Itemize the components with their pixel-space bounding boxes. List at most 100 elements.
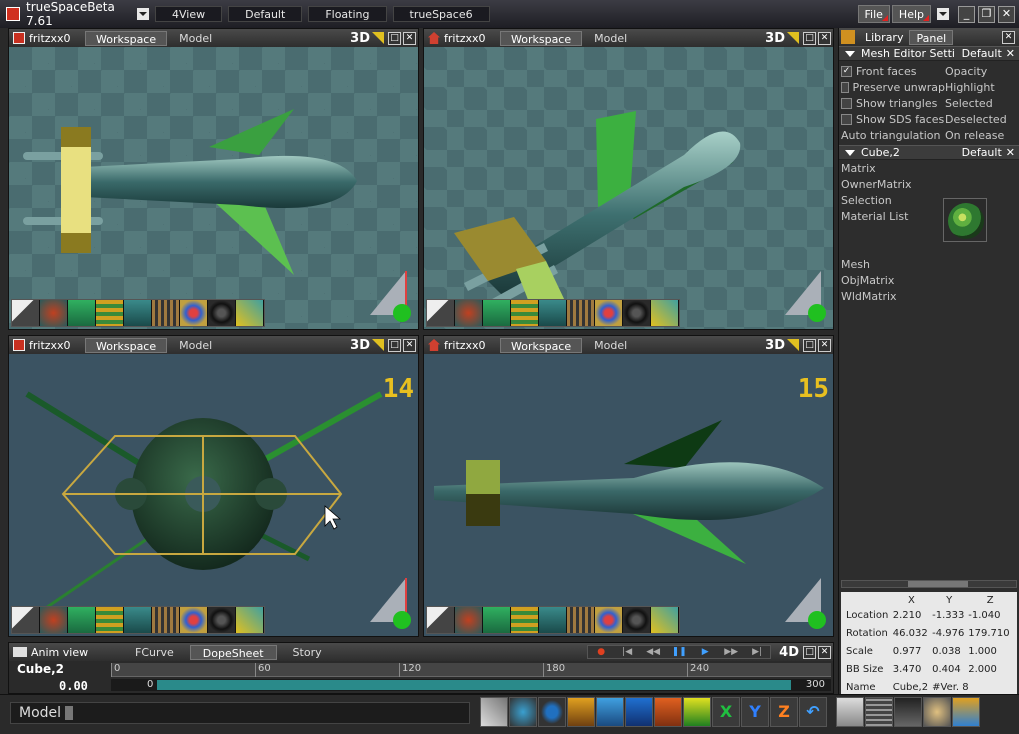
option-show-sds-faces[interactable]: Show SDS faces <box>841 111 945 127</box>
axis-gizmo-icon[interactable] <box>781 576 827 632</box>
move-icon[interactable] <box>480 697 508 727</box>
preset-label[interactable]: Default <box>962 146 1002 159</box>
close-icon[interactable]: ✕ <box>818 31 831 45</box>
close-icon[interactable]: ✕ <box>818 338 831 352</box>
go-end-icon[interactable]: ▶| <box>744 646 770 658</box>
prop-matrix[interactable]: Matrix <box>841 162 1017 178</box>
play-icon[interactable]: ▶ <box>692 646 718 658</box>
layers-icon[interactable] <box>96 300 124 326</box>
paint-icon[interactable] <box>455 300 483 326</box>
tire-icon[interactable] <box>623 607 651 633</box>
file-menu[interactable]: File <box>857 5 890 23</box>
close-icon[interactable]: ✕ <box>1006 146 1015 159</box>
maximize-icon[interactable]: □ <box>803 31 816 45</box>
layers-icon[interactable] <box>511 607 539 633</box>
grid-icon[interactable] <box>865 697 893 727</box>
save-icon[interactable] <box>836 697 864 727</box>
checkbox[interactable] <box>841 97 852 109</box>
palette-icon[interactable] <box>180 300 208 326</box>
maximize-icon[interactable]: □ <box>388 338 401 352</box>
wand-icon[interactable] <box>651 300 679 326</box>
render-icon[interactable] <box>894 697 922 727</box>
option-show-triangles[interactable]: Show triangles <box>841 95 945 111</box>
step-forward-icon[interactable]: ▶▶ <box>718 646 744 658</box>
camera-icon[interactable] <box>539 607 567 633</box>
paint-icon[interactable] <box>455 607 483 633</box>
corner-resize-icon[interactable] <box>372 32 384 44</box>
wand-icon[interactable] <box>236 300 264 326</box>
layers-icon[interactable] <box>511 300 539 326</box>
layout-tab-default[interactable]: Default <box>228 6 303 22</box>
palette-icon[interactable] <box>180 607 208 633</box>
z-axis-icon[interactable]: Z <box>770 697 798 727</box>
arrow-select-icon[interactable] <box>12 300 40 326</box>
axis-gizmo-icon[interactable] <box>781 269 827 325</box>
rake-icon[interactable] <box>152 300 180 326</box>
plane-icon[interactable] <box>596 697 624 727</box>
viewport-top-right[interactable]: fritzxx0 Workspace Model 3D □ ✕ <box>423 28 834 330</box>
help-menu[interactable]: Help <box>891 5 931 23</box>
option-on-release[interactable]: On release <box>945 127 1017 143</box>
material-swatch[interactable] <box>943 198 987 242</box>
menu-dropdown-icon[interactable] <box>937 8 949 20</box>
collapse-caret-icon[interactable] <box>845 149 855 156</box>
go-start-icon[interactable]: |◀ <box>614 646 640 658</box>
prop-mesh[interactable]: Mesh <box>841 258 1017 274</box>
camera-icon[interactable] <box>124 607 152 633</box>
close-icon[interactable]: ✕ <box>403 31 416 45</box>
tab-model[interactable]: Model <box>584 31 637 46</box>
box-icon[interactable] <box>625 697 653 727</box>
option-highlight[interactable]: Highlight <box>945 79 1017 95</box>
tab-workspace[interactable]: Workspace <box>85 30 168 46</box>
option-selected[interactable]: Selected <box>945 95 1017 111</box>
option-preserve-unwrap[interactable]: Preserve unwrap <box>841 79 945 95</box>
x-axis-icon[interactable]: X <box>712 697 740 727</box>
cube-icon[interactable] <box>483 300 511 326</box>
maximize-icon[interactable]: □ <box>803 338 816 352</box>
prop-owner-matrix[interactable]: OwnerMatrix <box>841 178 1017 194</box>
axis-gizmo-icon[interactable] <box>366 576 412 632</box>
checkbox-checked[interactable]: ✓ <box>841 65 852 77</box>
value-x[interactable]: 46.032 <box>892 624 931 642</box>
value-z[interactable]: 179.710 <box>967 624 1013 642</box>
tab-story[interactable]: Story <box>281 645 334 660</box>
arrow-select-icon[interactable] <box>427 607 455 633</box>
palette-icon[interactable] <box>595 607 623 633</box>
timeline-ruler[interactable]: 0 60 120 180 240 <box>111 663 831 677</box>
corner-resize-icon[interactable] <box>787 339 799 351</box>
arrow-select-icon[interactable] <box>12 607 40 633</box>
maximize-icon[interactable]: □ <box>388 31 401 45</box>
option-opacity[interactable]: Opacity <box>945 63 1017 79</box>
cube-icon[interactable] <box>68 607 96 633</box>
prop-selection[interactable]: Selection <box>841 194 1017 210</box>
close-icon[interactable]: ✕ <box>1006 47 1015 60</box>
home-icon[interactable] <box>654 697 682 727</box>
tab-workspace[interactable]: Workspace <box>500 30 583 46</box>
rake-icon[interactable] <box>567 607 595 633</box>
scale-icon[interactable] <box>538 697 566 727</box>
maximize-icon[interactable]: □ <box>803 645 816 659</box>
view-mode-label[interactable]: 3D <box>350 31 370 46</box>
tab-model[interactable]: Model <box>169 31 222 46</box>
checkbox[interactable] <box>841 113 852 125</box>
current-time[interactable]: 0.00 <box>59 679 88 693</box>
layers-icon[interactable] <box>96 607 124 633</box>
people-icon[interactable] <box>923 697 951 727</box>
close-icon[interactable]: ✕ <box>403 338 416 352</box>
value-y[interactable]: -1.333 <box>931 606 967 624</box>
viewport-scene[interactable]: 15 <box>424 354 833 636</box>
prop-wld-matrix[interactable]: WldMatrix <box>841 290 1017 306</box>
view-mode-label[interactable]: 3D <box>765 31 785 46</box>
tire-icon[interactable] <box>623 300 651 326</box>
rake-icon[interactable] <box>152 607 180 633</box>
tab-model[interactable]: Model <box>584 338 637 353</box>
value-y[interactable]: 0.038 <box>931 642 967 660</box>
corner-resize-icon[interactable] <box>787 32 799 44</box>
tire-icon[interactable] <box>208 300 236 326</box>
value-y[interactable]: -4.976 <box>931 624 967 642</box>
prop-obj-matrix[interactable]: ObjMatrix <box>841 274 1017 290</box>
value-x[interactable]: 2.210 <box>892 606 931 624</box>
viewport-scene[interactable]: 14 <box>9 354 418 636</box>
cube-icon[interactable] <box>68 300 96 326</box>
wand-icon[interactable] <box>236 607 264 633</box>
